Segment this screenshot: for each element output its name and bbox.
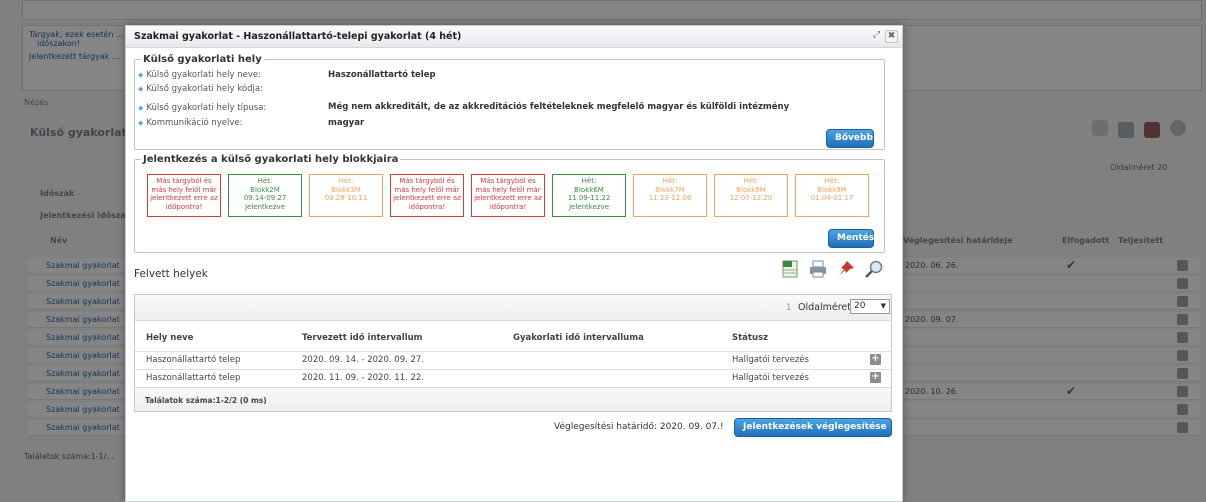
block-item[interactable]: Más tárgyból és más hely felől már jelentk…: [147, 174, 221, 217]
search-icon[interactable]: [864, 259, 884, 279]
chevron-down-icon: ▼: [880, 302, 886, 310]
print-icon[interactable]: [808, 259, 828, 279]
page-number[interactable]: 1: [786, 303, 791, 313]
info-value-type: Még nem akkreditált, de az akkreditációs…: [328, 102, 790, 112]
block-item[interactable]: Hét: Blokk6M 11.09-11.22 Jelentkezve: [552, 174, 626, 217]
block-item[interactable]: Hét: Blokk9M 01.04-01.17: [795, 174, 869, 217]
row-status: Hallgatói tervezés: [732, 373, 809, 383]
block-item[interactable]: Hét: Blokk7M 11.23-12.06: [633, 174, 707, 217]
pin-icon[interactable]: [836, 259, 856, 279]
more-button[interactable]: Bővebb: [826, 129, 874, 148]
excel-export-icon[interactable]: [780, 259, 800, 279]
info-label-language: ◈ Kommunikáció nyelve:: [138, 118, 243, 128]
result-count: Találatok száma:1-2/2 (0 ms): [145, 396, 267, 405]
taken-places-title: Felvett helyek: [134, 268, 208, 280]
finalize-deadline: Véglegesítési határidő: 2020. 09. 07.!: [554, 422, 724, 432]
row-planned: 2020. 11. 09. - 2020. 11. 22.: [302, 373, 425, 383]
block-item[interactable]: Más tárgyból és más hely felől már jelentk…: [471, 174, 545, 217]
info-label-name: ◈ Külső gyakorlati hely neve:: [138, 70, 261, 80]
info-value-language: magyar: [328, 118, 365, 128]
expand-row-icon[interactable]: +: [870, 354, 881, 365]
close-icon[interactable]: ✖: [885, 30, 898, 43]
row-place: Haszonállattartó telep: [146, 373, 241, 383]
divider: [135, 369, 891, 370]
info-label-type: ◈ Külső gyakorlati hely típusa:: [138, 103, 267, 113]
block-item[interactable]: Hét: Blokk8M 12.07-12.20: [714, 174, 788, 217]
page-size-label: Oldalméret: [798, 302, 851, 313]
external-place-legend: Külső gyakorlati hely: [143, 54, 262, 65]
diamond-icon: ◈: [138, 104, 144, 112]
divider: [135, 351, 891, 352]
col-header-status[interactable]: Státusz: [732, 333, 768, 343]
col-header-actual[interactable]: Gyakorlati idő intervalluma: [513, 333, 644, 343]
diamond-icon: ◈: [138, 119, 144, 127]
grid-footer: Találatok száma:1-2/2 (0 ms): [135, 387, 891, 411]
info-label-code: ◈ Külső gyakorlati hely kódja:: [138, 84, 263, 94]
finalize-button[interactable]: Jelentkezések véglegesítése: [734, 418, 892, 437]
modal-header[interactable]: Szakmai gyakorlat - Haszonállattartó-tel…: [126, 26, 902, 48]
grid-toolbar: 1 Oldalméret 20 ▼: [135, 295, 891, 321]
modal-title: Szakmai gyakorlat - Haszonállattartó-tel…: [134, 31, 462, 42]
diamond-icon: ◈: [138, 85, 144, 93]
block-item[interactable]: Hét: Blokk3M 09.28-10.11: [309, 174, 383, 217]
diamond-icon: ◈: [138, 71, 144, 79]
save-button[interactable]: Mentés: [828, 229, 874, 248]
info-value-name: Haszonállattartó telep: [328, 70, 436, 80]
restore-icon[interactable]: ⤢: [870, 30, 883, 43]
row-place: Haszonállattartó telep: [146, 355, 241, 365]
page-size-select[interactable]: 20 ▼: [850, 299, 890, 314]
row-status: Hallgatói tervezés: [732, 355, 809, 365]
block-item[interactable]: Hét: Blokk2M 09.14-09.27 Jelentkezve: [228, 174, 302, 217]
row-planned: 2020. 09. 14. - 2020. 09. 27.: [302, 355, 425, 365]
block-item[interactable]: Más tárgyból és más hely felől már jelentk…: [390, 174, 464, 217]
taken-places-grid: 1 Oldalméret 20 ▼ Hely neve Tervezett idő…: [134, 294, 892, 412]
col-header-place[interactable]: Hely neve: [146, 333, 193, 343]
blocks-legend: Jelentkezés a külső gyakorlati hely blok…: [143, 154, 399, 165]
col-header-planned[interactable]: Tervezett idő intervallum: [302, 333, 423, 343]
expand-row-icon[interactable]: +: [870, 372, 881, 383]
modal-dialog: Szakmai gyakorlat - Haszonállattartó-tel…: [125, 25, 903, 502]
